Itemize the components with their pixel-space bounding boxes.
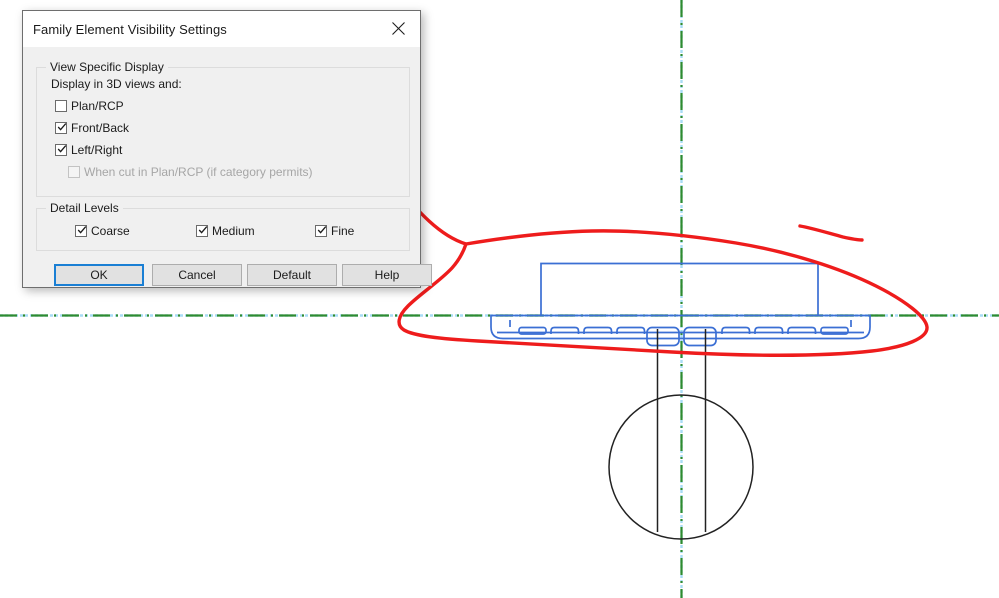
checkbox-box-plan-rcp[interactable] <box>55 100 67 112</box>
checkmark-icon <box>77 226 87 234</box>
red-annotation-loop <box>397 229 929 357</box>
group-detail-levels: Detail Levels Coarse Medium Fine <box>36 201 410 251</box>
default-button[interactable]: Default <box>247 264 337 286</box>
dialog-title: Family Element Visibility Settings <box>33 22 227 37</box>
checkmark-icon <box>317 226 327 234</box>
checkbox-box-medium[interactable] <box>196 225 208 237</box>
checkbox-box-left-right[interactable] <box>55 144 67 156</box>
checkmark-icon <box>57 123 67 131</box>
dialog-title-bar[interactable]: Family Element Visibility Settings <box>23 11 420 47</box>
group-view-specific-display: View Specific Display Display in 3D view… <box>36 60 410 197</box>
checkbox-label-medium: Medium <box>212 224 255 238</box>
checkmark-icon <box>57 145 67 153</box>
group-legend-detail-levels: Detail Levels <box>46 201 123 215</box>
close-icon[interactable] <box>376 11 420 45</box>
checkbox-box-fine[interactable] <box>315 225 327 237</box>
checkbox-fine[interactable]: Fine <box>315 223 354 239</box>
checkbox-label-left-right: Left/Right <box>71 143 123 157</box>
close-x-glyph <box>391 21 405 35</box>
cancel-button[interactable]: Cancel <box>152 264 242 286</box>
dialog-body: View Specific Display Display in 3D view… <box>23 47 432 287</box>
upper-rectangle <box>540 262 819 315</box>
checkbox-left-right[interactable]: Left/Right <box>55 142 122 158</box>
checkbox-box-coarse[interactable] <box>75 225 87 237</box>
display-in-3d-views-label: Display in 3D views and: <box>51 77 182 91</box>
red-annotation-tail <box>798 224 864 242</box>
group-legend-view-specific-display: View Specific Display <box>46 60 168 74</box>
checkbox-label-coarse: Coarse <box>91 224 130 238</box>
checkbox-plan-rcp[interactable]: Plan/RCP <box>55 98 124 114</box>
checkbox-when-cut-in-plan-rcp: When cut in Plan/RCP (if category permit… <box>68 164 313 180</box>
checkbox-box-when-cut-in-plan-rcp <box>68 166 80 178</box>
checkbox-coarse[interactable]: Coarse <box>75 223 130 239</box>
checkbox-front-back[interactable]: Front/Back <box>55 120 129 136</box>
checkbox-box-front-back[interactable] <box>55 122 67 134</box>
checkbox-label-front-back: Front/Back <box>71 121 130 135</box>
checkbox-label-when-cut-in-plan-rcp: When cut in Plan/RCP (if category permit… <box>84 165 313 179</box>
checkbox-label-fine: Fine <box>331 224 355 238</box>
checkmark-icon <box>198 226 208 234</box>
family-element-visibility-dialog[interactable]: Family Element Visibility Settings View … <box>22 10 432 288</box>
ok-button[interactable]: OK <box>54 264 144 286</box>
checkbox-medium[interactable]: Medium <box>196 223 255 239</box>
help-button[interactable]: Help <box>342 264 432 286</box>
checkbox-label-plan-rcp: Plan/RCP <box>71 99 124 113</box>
